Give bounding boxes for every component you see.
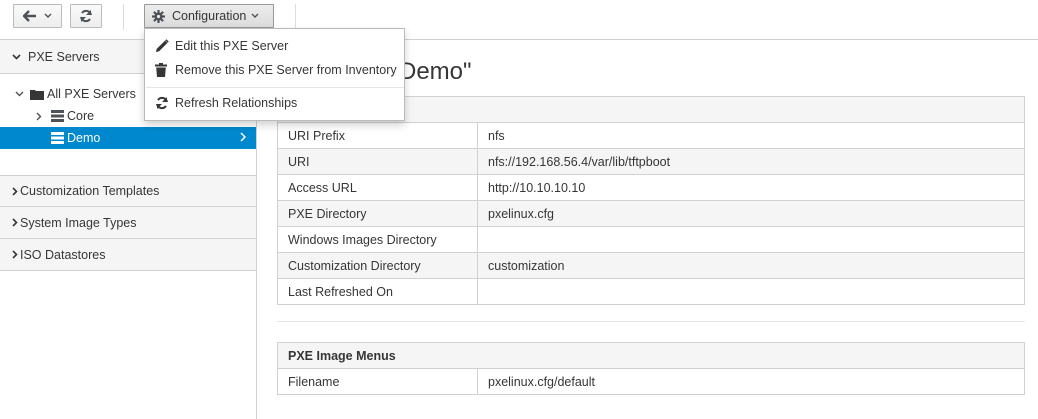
- table-header: PXE Image Menus: [277, 342, 1025, 369]
- table-row: Filename pxelinux.cfg/default: [277, 368, 1025, 395]
- table-row: Last Refreshed On: [277, 278, 1025, 305]
- tree-node-label: Core: [67, 109, 95, 123]
- property-key: Filename: [277, 368, 478, 395]
- section-divider: [277, 321, 1025, 322]
- menu-item-refresh-relationships[interactable]: Refresh Relationships: [145, 91, 404, 115]
- property-value: [477, 278, 1025, 305]
- accordion-label: PXE Servers: [28, 49, 100, 64]
- property-key: PXE Directory: [277, 200, 478, 227]
- chevron-down-icon: [251, 13, 259, 19]
- property-value: nfs://192.168.56.4/var/lib/tftpboot: [477, 148, 1025, 175]
- property-value: pxelinux.cfg/default: [477, 368, 1025, 395]
- basic-info-table: URI Prefix nfs URI nfs://192.168.56.4/var/…: [277, 96, 1025, 305]
- menu-item-remove-pxe-server[interactable]: Remove this PXE Server from Inventory: [145, 58, 404, 82]
- tree-node-demo[interactable]: Demo: [0, 127, 256, 149]
- property-value: pxelinux.cfg: [477, 200, 1025, 227]
- arrow-left-icon: [23, 10, 37, 22]
- property-key: Last Refreshed On: [277, 278, 478, 305]
- configuration-button[interactable]: Configuration: [144, 4, 274, 28]
- trash-icon: [155, 63, 175, 77]
- property-key: Customization Directory: [277, 252, 478, 279]
- pxe-image-menus-table: PXE Image Menus Filename pxelinux.cfg/def…: [277, 342, 1025, 395]
- property-key: Access URL: [277, 174, 478, 201]
- chevron-right-icon: [240, 131, 247, 145]
- property-value: customization: [477, 252, 1025, 279]
- accordion-label: ISO Datastores: [20, 247, 106, 262]
- menu-item-edit-pxe-server[interactable]: Edit this PXE Server: [145, 34, 404, 58]
- configuration-dropdown-menu: Edit this PXE Server Remove this PXE Ser…: [144, 28, 405, 121]
- menu-divider: [146, 87, 404, 88]
- refresh-icon: [155, 96, 175, 110]
- tree-node-label: All PXE Servers: [47, 87, 136, 101]
- menu-item-label: Remove this PXE Server from Inventory: [175, 63, 397, 77]
- table-row: URI Prefix nfs: [277, 122, 1025, 149]
- server-icon: [51, 132, 64, 144]
- property-value: [477, 226, 1025, 253]
- property-value: nfs: [477, 122, 1025, 149]
- chevron-down-icon: [12, 53, 26, 60]
- menu-item-label: Refresh Relationships: [175, 96, 298, 110]
- chevron-down-icon[interactable]: [15, 91, 30, 97]
- toolbar-divider: [295, 4, 296, 30]
- toolbar-divider: [123, 4, 124, 30]
- property-key: Windows Images Directory: [277, 226, 478, 253]
- table-row: PXE Directory pxelinux.cfg: [277, 200, 1025, 227]
- accordion-label: System Image Types: [20, 215, 137, 230]
- gear-icon: [152, 9, 165, 23]
- server-icon: [51, 110, 64, 122]
- chevron-down-icon: [44, 13, 52, 19]
- folder-icon: [30, 89, 44, 100]
- table-row: URI nfs://192.168.56.4/var/lib/tftpboot: [277, 148, 1025, 175]
- property-key: URI Prefix: [277, 122, 478, 149]
- configuration-label: Configuration: [172, 9, 247, 23]
- accordion-system-image-types[interactable]: System Image Types: [0, 207, 256, 239]
- pencil-icon: [155, 39, 175, 53]
- accordion-iso-datastores[interactable]: ISO Datastores: [0, 239, 256, 271]
- page-title: Demo": [399, 58, 472, 85]
- refresh-icon: [79, 9, 93, 23]
- table-row: Windows Images Directory: [277, 226, 1025, 253]
- menu-item-label: Edit this PXE Server: [175, 39, 289, 53]
- property-value: http://10.10.10.10: [477, 174, 1025, 201]
- table-row: Customization Directory customization: [277, 252, 1025, 279]
- accordion-customization-templates[interactable]: Customization Templates: [0, 175, 256, 207]
- tree-node-label: Demo: [67, 131, 101, 145]
- table-row: Access URL http://10.10.10.10: [277, 174, 1025, 201]
- chevron-right-icon[interactable]: [36, 112, 51, 121]
- back-button[interactable]: [13, 4, 62, 28]
- property-key: URI: [277, 148, 478, 175]
- accordion-label: Customization Templates: [20, 184, 160, 198]
- refresh-button[interactable]: [70, 4, 102, 28]
